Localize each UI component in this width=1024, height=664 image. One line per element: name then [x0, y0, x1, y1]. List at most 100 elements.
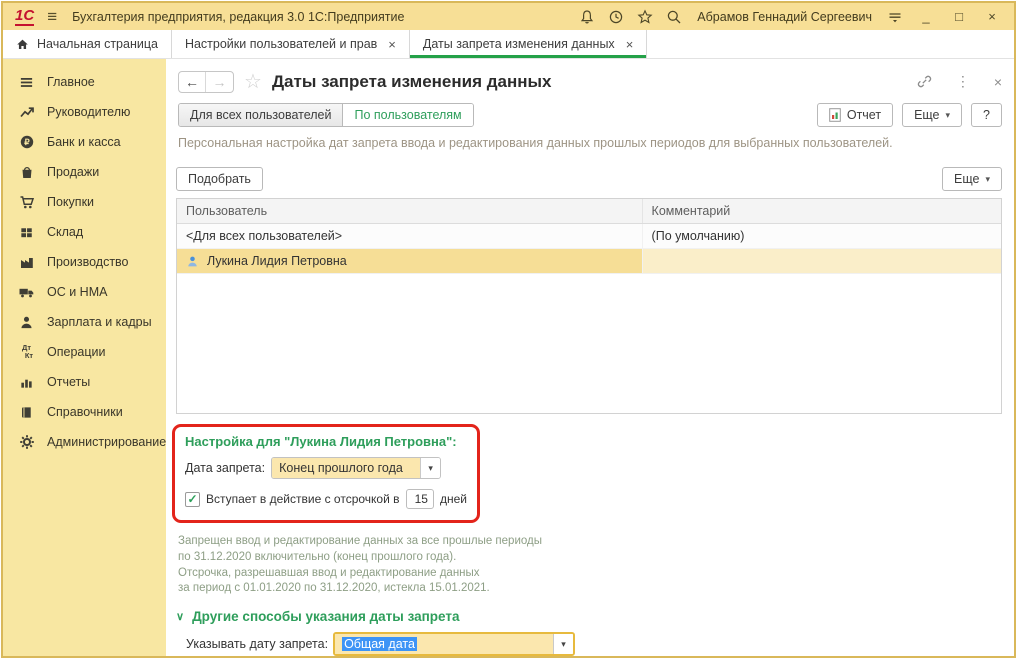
- sidebar-item-label: Отчеты: [47, 375, 90, 389]
- toggle-all-users-button[interactable]: Для всех пользователей: [179, 104, 343, 126]
- sidebar-item-operations[interactable]: Дт Кт Операции: [3, 337, 166, 367]
- sidebar-item-warehouse[interactable]: Склад: [3, 217, 166, 247]
- sidebar-item-purchases[interactable]: Покупки: [3, 187, 166, 217]
- sidebar-item-label: Банк и касса: [47, 135, 121, 149]
- cell-user: Лукина Лидия Петровна: [177, 249, 643, 273]
- content-panel: ← → ☆ Даты запрета изменения данных ⋮ × …: [166, 59, 1014, 656]
- cell-user: <Для всех пользователей>: [177, 224, 643, 248]
- users-table: Пользователь Комментарий <Для всех польз…: [176, 198, 1002, 414]
- summary-line: за период с 01.01.2020 по 31.12.2020, ис…: [178, 581, 1014, 597]
- sidebar-item-production[interactable]: Производство: [3, 247, 166, 277]
- ruble-circle-icon: ₽: [18, 134, 35, 151]
- user-icon: [186, 255, 199, 268]
- person-icon: [18, 314, 35, 331]
- tab-label: Начальная страница: [37, 37, 158, 51]
- column-header-comment[interactable]: Комментарий: [643, 199, 1001, 223]
- factory-icon: [18, 254, 35, 271]
- sidebar-item-label: Склад: [47, 225, 83, 239]
- other-methods-title: Другие способы указания даты запрета: [192, 609, 459, 624]
- tab-label: Настройки пользователей и прав: [185, 37, 377, 51]
- truck-icon: [18, 284, 35, 301]
- current-user-name[interactable]: Абрамов Геннадий Сергеевич: [697, 10, 872, 24]
- close-form-icon[interactable]: ×: [994, 74, 1002, 90]
- delay-row: ✓ Вступает в действие с отсрочкой в 15 д…: [185, 489, 467, 509]
- kebab-menu-icon[interactable]: ⋮: [956, 73, 970, 90]
- sidebar-item-main[interactable]: Главное: [3, 67, 166, 97]
- tab-user-rights-settings[interactable]: Настройки пользователей и прав ×: [172, 30, 410, 58]
- delay-label: Вступает в действие с отсрочкой в: [206, 492, 400, 506]
- report-button[interactable]: Отчет: [817, 103, 893, 127]
- back-button[interactable]: ←: [179, 72, 206, 92]
- table-row-all-users[interactable]: <Для всех пользователей> (По умолчанию): [177, 224, 1001, 249]
- mode-toolbar: Для всех пользователей По пользователям …: [166, 94, 1014, 127]
- sidebar-item-label: Руководителю: [47, 105, 130, 119]
- date-method-value: Общая дата: [335, 634, 553, 654]
- summary-line: Отсрочка, разрешавшая ввод и редактирова…: [178, 566, 1014, 582]
- minimize-button[interactable]: _: [914, 9, 938, 24]
- history-icon[interactable]: [606, 7, 626, 27]
- bar-chart-icon: [18, 374, 35, 391]
- delay-checkbox[interactable]: ✓: [185, 492, 200, 507]
- toggle-by-users-button[interactable]: По пользователям: [343, 104, 472, 126]
- dropdown-arrow-icon: ▾: [985, 174, 990, 185]
- app-title: Бухгалтерия предприятия, редакция 3.0 1С…: [72, 10, 404, 24]
- add-to-favorites-star-icon[interactable]: ☆: [244, 69, 262, 94]
- settings-annotation-box: Настройка для "Лукина Лидия Петровна": Д…: [172, 424, 480, 523]
- prohibition-date-select[interactable]: Конец прошлого года ▾: [271, 457, 441, 479]
- prohibition-summary-text: Запрещен ввод и редактирование данных за…: [178, 534, 1014, 597]
- page-title: Даты запрета изменения данных: [272, 72, 552, 92]
- sidebar-item-label: ОС и НМА: [47, 285, 107, 299]
- delay-suffix: дней: [440, 492, 467, 506]
- delay-days-input[interactable]: 15: [406, 489, 434, 509]
- sidebar-item-label: Зарплата и кадры: [47, 315, 152, 329]
- table-row-lukina[interactable]: Лукина Лидия Петровна: [177, 249, 1001, 274]
- nav-history-buttons: ← →: [178, 71, 234, 93]
- maximize-button[interactable]: □: [947, 9, 971, 24]
- date-method-row: Указывать дату запрета: Общая дата ▾: [186, 632, 1014, 656]
- sidebar-item-sales[interactable]: Продажи: [3, 157, 166, 187]
- tab-bar: Начальная страница Настройки пользовател…: [3, 30, 1014, 59]
- favorites-star-icon[interactable]: [635, 7, 655, 27]
- forward-button[interactable]: →: [206, 72, 233, 92]
- sidebar-item-fixed-assets[interactable]: ОС и НМА: [3, 277, 166, 307]
- cell-comment: [643, 249, 1001, 273]
- tab-label: Даты запрета изменения данных: [423, 37, 615, 51]
- main-area: Главное Руководителю ₽ Банк и касса Прод…: [3, 59, 1014, 656]
- sidebar-item-bank-cash[interactable]: ₽ Банк и касса: [3, 127, 166, 157]
- sidebar-item-directories[interactable]: Справочники: [3, 397, 166, 427]
- sidebar-item-salary-hr[interactable]: Зарплата и кадры: [3, 307, 166, 337]
- notifications-bell-icon[interactable]: [577, 7, 597, 27]
- get-link-icon[interactable]: [917, 74, 932, 89]
- date-method-select[interactable]: Общая дата ▾: [333, 632, 575, 656]
- other-methods-section: ∨ Другие способы указания даты запрета У…: [176, 609, 1014, 656]
- tab-data-prohibition-dates[interactable]: Даты запрета изменения данных ×: [410, 30, 647, 58]
- more-button[interactable]: Еще ▾: [902, 103, 962, 127]
- main-menu-icon[interactable]: ≡: [47, 7, 57, 27]
- help-button[interactable]: ?: [971, 103, 1002, 127]
- tab-close-icon[interactable]: ×: [626, 38, 634, 51]
- column-header-user[interactable]: Пользователь: [177, 199, 643, 223]
- prohibition-date-row: Дата запрета: Конец прошлого года ▾: [185, 457, 467, 479]
- prohibition-date-value: Конец прошлого года: [272, 458, 420, 478]
- tab-close-icon[interactable]: ×: [388, 38, 396, 51]
- table-more-button[interactable]: Еще ▾: [942, 167, 1002, 191]
- dropdown-arrow-icon[interactable]: ▾: [420, 458, 440, 478]
- tab-home[interactable]: Начальная страница: [3, 30, 172, 58]
- boxes-grid-icon: [18, 224, 35, 241]
- pick-users-button[interactable]: Подобрать: [176, 167, 263, 191]
- dropdown-arrow-icon[interactable]: ▾: [553, 634, 573, 654]
- sidebar-item-administration[interactable]: Администрирование: [3, 427, 166, 457]
- summary-line: Запрещен ввод и редактирование данных за…: [178, 534, 1014, 550]
- sidebar-item-reports[interactable]: Отчеты: [3, 367, 166, 397]
- service-menu-icon[interactable]: [885, 7, 905, 27]
- search-icon[interactable]: [664, 7, 684, 27]
- close-window-button[interactable]: ×: [980, 9, 1004, 24]
- other-methods-header[interactable]: ∨ Другие способы указания даты запрета: [176, 609, 1014, 624]
- titlebar: 1С ≡ Бухгалтерия предприятия, редакция 3…: [3, 3, 1014, 30]
- prohibition-date-label: Дата запрета:: [185, 461, 265, 475]
- home-icon: [16, 38, 29, 51]
- sidebar: Главное Руководителю ₽ Банк и касса Прод…: [3, 59, 166, 656]
- book-icon: [18, 404, 35, 421]
- sidebar-item-manager[interactable]: Руководителю: [3, 97, 166, 127]
- settings-heading: Настройка для "Лукина Лидия Петровна":: [185, 434, 467, 449]
